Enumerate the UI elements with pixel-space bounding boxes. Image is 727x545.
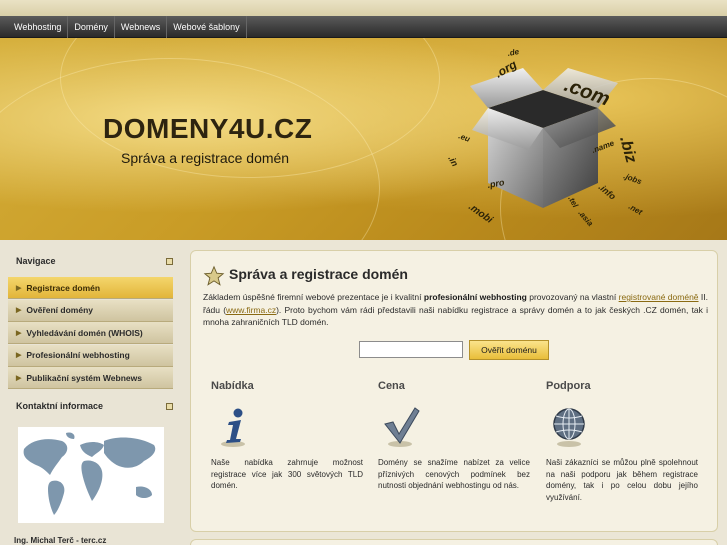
column-text: Naši zákazníci se můžou plně spolehnout … — [546, 458, 698, 502]
arrow-right-icon: ▶ — [16, 284, 22, 292]
world-map-image — [18, 427, 164, 523]
sidebar-item-label: Profesionální webhosting — [26, 350, 130, 360]
svg-text:.net: .net — [627, 202, 644, 217]
info-icon — [221, 408, 245, 447]
navigation-heading-label: Navigace — [16, 256, 56, 266]
sidebar-menu: ▶ Registrace domén ▶ Ověření domény ▶ Vy… — [8, 277, 173, 390]
arrow-right-icon: ▶ — [16, 374, 22, 382]
sidebar-item-label: Publikační systém Webnews — [26, 372, 142, 383]
sidebar-item-label: Registrace domén — [26, 282, 101, 293]
collapse-square-icon[interactable] — [166, 402, 173, 410]
nav-webhosting[interactable]: Webhosting — [0, 15, 69, 38]
contact-heading-label: Kontaktní informace — [16, 401, 104, 411]
sidebar-item-webnews[interactable]: ▶ Publikační systém Webnews — [8, 367, 173, 389]
check-domain-button[interactable]: Ověřit doménu — [469, 340, 549, 360]
navigation-heading: Navigace — [8, 251, 173, 271]
column-title: Nabídka — [211, 380, 254, 392]
nav-domeny[interactable]: Domény — [68, 15, 115, 38]
nav-webove-sablony[interactable]: Webové šablony — [167, 15, 247, 38]
sidebar-item-label: Vyhledávání domén (WHOIS) — [26, 327, 143, 338]
intro-part: Základem úspěšné firemní webové prezenta… — [203, 292, 424, 302]
header-banner: DOMENY4U.CZ Správa a registrace domén .c… — [0, 38, 727, 240]
page-title: Správa a registrace domén — [229, 266, 408, 282]
column-title: Cena — [378, 380, 405, 392]
nav-webnews[interactable]: Webnews — [115, 15, 168, 38]
column-nabidka: Nabídka Naše nabídka zahrnuje možnost re… — [211, 380, 363, 492]
column-podpora: Podpora Naši zákazníci se můžou plně spo… — [546, 380, 698, 503]
intro-text: Základem úspěšné firemní webové prezenta… — [203, 291, 708, 329]
sidebar-item-label: Ověření domény — [26, 305, 93, 315]
contact-name: Ing. Michal Terč - terc.cz — [14, 536, 107, 545]
intro-part: provozovaný na vlastní — [526, 292, 619, 302]
svg-text:.de: .de — [507, 47, 520, 58]
site-title: DOMENY4U.CZ — [103, 113, 313, 144]
svg-text:.mobi: .mobi — [466, 201, 494, 225]
intro-part: ). Proto bychom vám rádi představili naš… — [203, 304, 708, 328]
registered-domain-link[interactable]: registrované doméně — [619, 292, 699, 302]
sidebar-item-registrace-domen[interactable]: ▶ Registrace domén — [8, 277, 173, 299]
globe-icon — [553, 408, 585, 447]
sidebar-item-overeni-domeny[interactable]: ▶ Ověření domény — [8, 299, 173, 322]
star-icon — [203, 265, 225, 286]
domain-input[interactable] — [359, 341, 463, 358]
column-cena: Cena Domény se snažíme nabízet za velice… — [378, 380, 530, 492]
domain-box-illustration: .com .biz .org .pro .mobi .info .tel .jo… — [448, 47, 644, 229]
svg-text:.info: .info — [597, 182, 618, 202]
contact-heading: Kontaktní informace — [8, 396, 173, 416]
sidebar-item-webhosting[interactable]: ▶ Profesionální webhosting — [8, 344, 173, 367]
column-text: Domény se snažíme nabízet za velice příz… — [378, 458, 530, 490]
column-title: Podpora — [546, 380, 591, 392]
checkmark-icon — [384, 407, 420, 447]
site-subtitle: Správa a registrace domén — [121, 150, 290, 166]
collapse-square-icon[interactable] — [166, 257, 173, 265]
svg-text:.jobs: .jobs — [622, 171, 643, 186]
world-map-icon — [23, 432, 156, 515]
svg-text:.asia: .asia — [576, 209, 595, 229]
arrow-right-icon: ▶ — [16, 329, 22, 337]
arrow-right-icon: ▶ — [16, 352, 22, 359]
top-navigation: Webhosting Domény Webnews Webové šablony — [0, 15, 727, 38]
sidebar-item-whois[interactable]: ▶ Vyhledávání domén (WHOIS) — [8, 322, 173, 344]
svg-text:.tel: .tel — [566, 195, 580, 210]
firma-link[interactable]: www.firma.cz — [226, 305, 276, 315]
intro-bold: profesionální webhosting — [423, 292, 527, 302]
svg-text:.in: .in — [448, 154, 460, 169]
column-text: Naše nabídka zahrnuje možnost registrace… — [211, 458, 363, 490]
bottom-panel — [190, 539, 718, 545]
top-strip — [0, 0, 727, 16]
svg-text:.eu: .eu — [457, 131, 471, 143]
svg-text:.biz: .biz — [616, 135, 639, 165]
arrow-right-icon: ▶ — [16, 307, 22, 314]
